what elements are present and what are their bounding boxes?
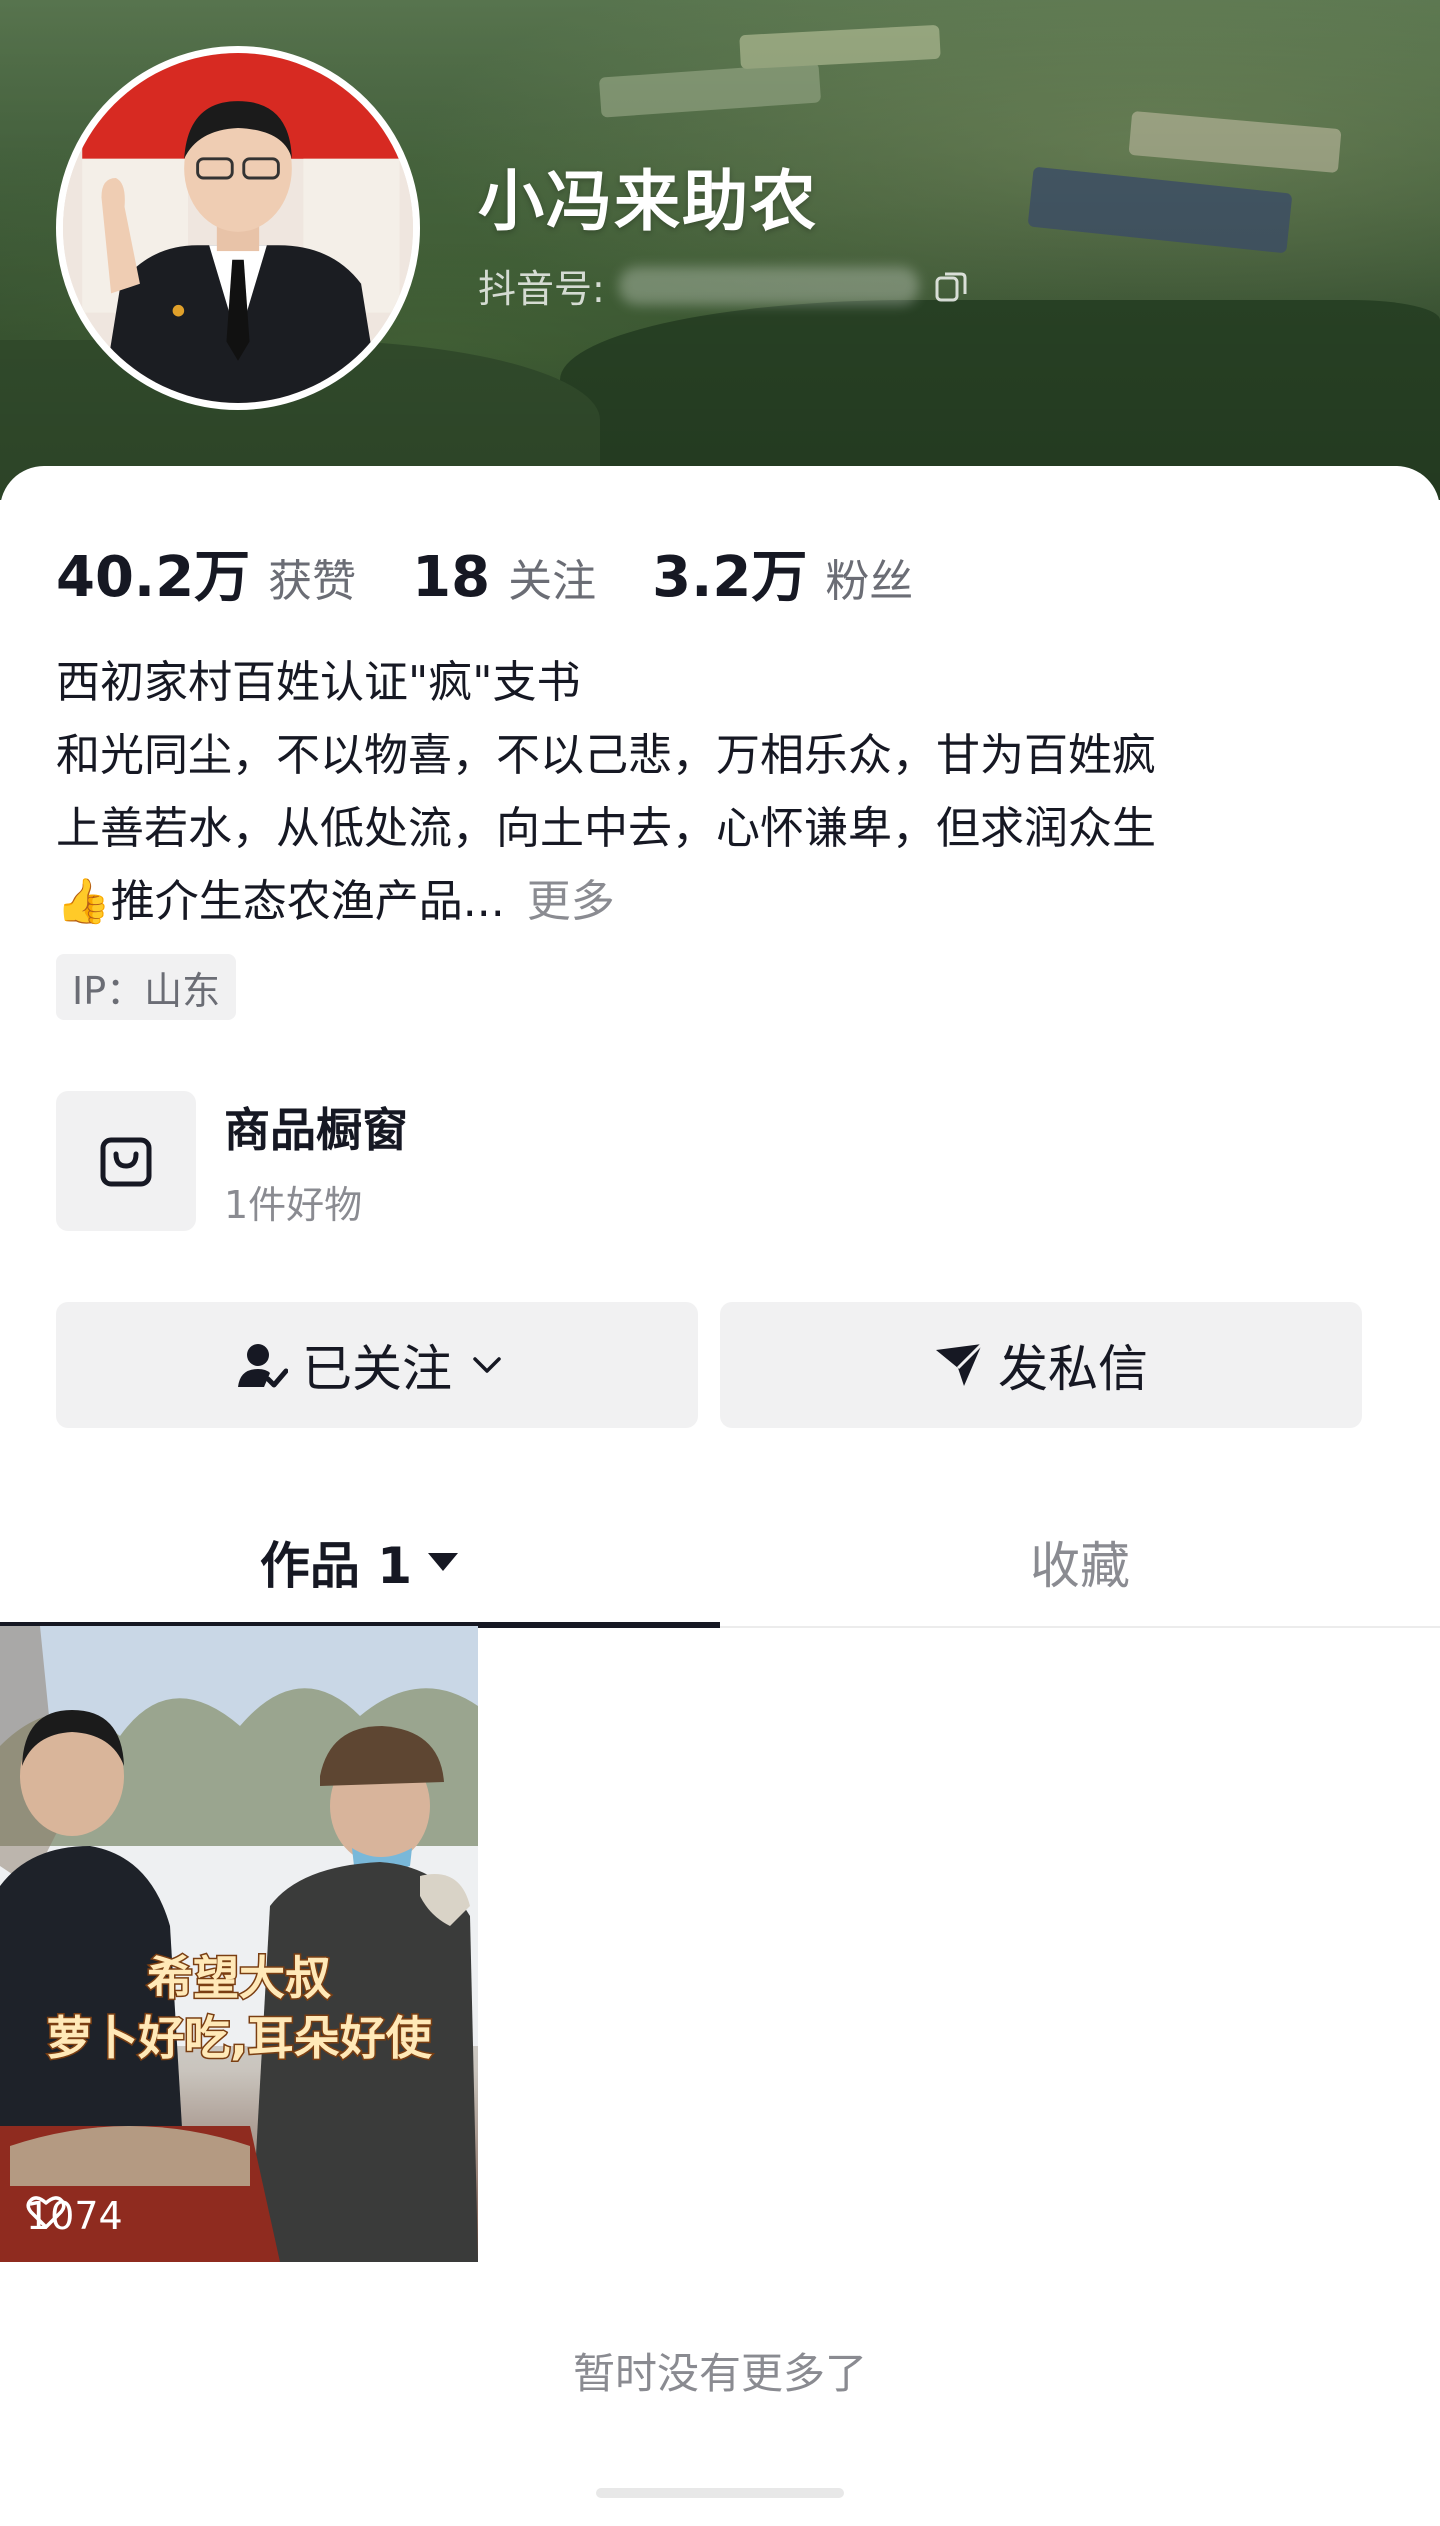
stats-row: 40.2万 获赞 18 关注 3.2万 粉丝	[56, 532, 969, 613]
followed-button[interactable]: 已关注	[56, 1302, 698, 1428]
stat-label: 获赞	[268, 556, 357, 607]
shop-subtitle: 1件好物	[224, 1182, 363, 1227]
shop-window-entry[interactable]: 商品橱窗 1件好物	[56, 1091, 408, 1231]
bio-line: 和光同尘，不以物喜，不以己悲，万相乐众，甘为百姓疯	[56, 730, 1156, 781]
profile-card: 40.2万 获赞 18 关注 3.2万 粉丝 西初家村百姓认证"疯"支书 和光同…	[0, 466, 1440, 2526]
avatar[interactable]	[56, 46, 420, 410]
bio-line-last: 👍推介生态农渔产品... 更多	[56, 865, 1386, 938]
douyin-id[interactable]: 抖音号:	[478, 258, 969, 313]
bio-line: 上善若水，从低处流，向土中去，心怀谦卑，但求润众生	[56, 803, 1156, 854]
bio-line: 西初家村百姓认证"疯"支书	[56, 657, 581, 708]
thumbs-up-icon: 👍	[56, 876, 111, 927]
no-more-content-text: 暂时没有更多了	[572, 2349, 867, 2398]
profile-nickname: 小冯来助农	[478, 163, 818, 240]
shopping-bag-icon	[100, 1137, 152, 1187]
tab-favorites-label: 收藏	[1030, 1537, 1130, 1595]
copy-icon[interactable]	[933, 268, 969, 304]
profile-banner: 小冯来助农 抖音号:	[0, 0, 1440, 500]
douyin-id-blurred-value	[618, 266, 919, 305]
stat-value: 18	[412, 545, 491, 610]
send-icon	[936, 1342, 984, 1386]
video-caption-line2: 萝卜好吃,耳朵好使	[45, 2010, 433, 2067]
content-tabs: 作品 1 收藏	[0, 1496, 1440, 1628]
video-thumbnail[interactable]: 希望大叔 萝卜好吃,耳朵好使 1074	[0, 1626, 478, 2262]
stat-label: 关注	[508, 556, 597, 607]
stat-following[interactable]: 18 关注	[412, 545, 596, 610]
heart-icon	[26, 2196, 66, 2229]
bio-line-text: 推介生态农渔产品...	[110, 876, 505, 927]
shop-title: 商品橱窗	[224, 1102, 408, 1157]
tab-favorites[interactable]: 收藏	[720, 1496, 1440, 1628]
stat-label: 粉丝	[825, 556, 914, 607]
home-indicator	[596, 2488, 844, 2498]
avatar-photo	[63, 53, 413, 403]
tab-works[interactable]: 作品 1	[0, 1496, 720, 1628]
douyin-id-label: 抖音号:	[478, 267, 605, 311]
chevron-down-icon	[473, 1357, 501, 1373]
send-message-button[interactable]: 发私信	[720, 1302, 1362, 1428]
bio[interactable]: 西初家村百姓认证"疯"支书 和光同尘，不以物喜，不以己悲，万相乐众，甘为百姓疯 …	[56, 646, 1386, 938]
ip-location-tag: IP：山东	[56, 954, 237, 1020]
triangle-down-icon[interactable]	[426, 1550, 460, 1574]
shop-icon-container	[56, 1091, 196, 1231]
video-caption-line1: 希望大叔	[146, 1950, 333, 2007]
shop-text: 商品橱窗 1件好物	[224, 1094, 408, 1229]
stat-value: 3.2万	[652, 545, 808, 610]
stat-followers[interactable]: 3.2万 粉丝	[652, 532, 913, 613]
stat-value: 40.2万	[56, 545, 251, 610]
stat-likes[interactable]: 40.2万 获赞	[56, 532, 356, 613]
video-likes: 1074	[26, 2194, 123, 2238]
send-message-label: 发私信	[998, 1340, 1148, 1398]
followed-label: 已关注	[302, 1340, 452, 1398]
bio-more-link[interactable]: 更多	[527, 876, 615, 927]
tab-works-label: 作品 1	[259, 1537, 413, 1595]
user-check-icon	[238, 1344, 288, 1388]
